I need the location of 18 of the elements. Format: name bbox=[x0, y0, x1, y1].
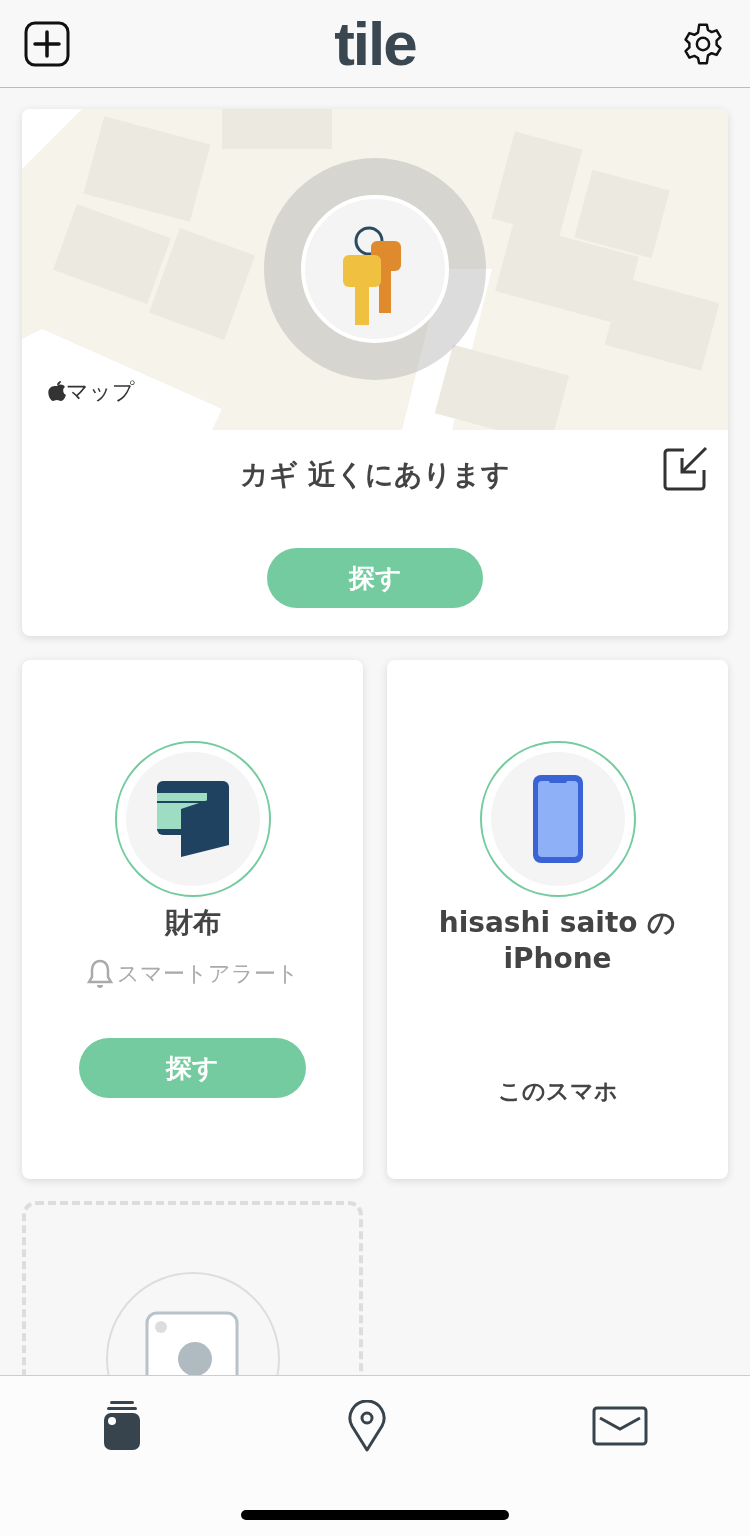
device-name: hisashi saito の iPhone bbox=[437, 905, 678, 978]
device-card[interactable]: hisashi saito の iPhone このスマホ bbox=[387, 660, 728, 1179]
app-logo: tile bbox=[334, 12, 416, 75]
item-status: カギ 近くにあります bbox=[240, 457, 510, 493]
device-note: このスマホ bbox=[497, 1076, 618, 1106]
apple-icon bbox=[48, 380, 66, 402]
map-label: マップ bbox=[66, 379, 135, 404]
map-tab[interactable] bbox=[347, 1400, 387, 1452]
add-icon[interactable] bbox=[24, 20, 70, 67]
key-icon bbox=[301, 195, 449, 343]
share-icon[interactable] bbox=[662, 446, 708, 492]
bell-icon bbox=[86, 958, 113, 989]
smart-alert-label: スマートアラート bbox=[116, 960, 299, 989]
wallet-icon bbox=[154, 779, 231, 859]
items-tab[interactable] bbox=[102, 1400, 143, 1452]
device-name: 財布 bbox=[163, 905, 222, 941]
phone-icon bbox=[530, 773, 585, 865]
device-card[interactable]: 財布 スマートアラート 探す bbox=[22, 660, 363, 1179]
